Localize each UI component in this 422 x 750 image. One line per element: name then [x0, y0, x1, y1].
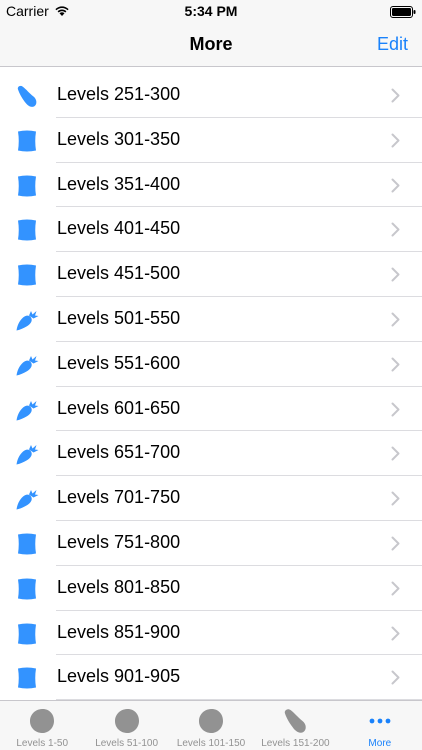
tab-label: More	[368, 738, 392, 749]
carrot-icon	[14, 441, 40, 467]
list-item-label: Levels 701-750	[57, 487, 181, 508]
level-list: Levels 251-300 Levels 301-350 Levels 351-4…	[0, 73, 422, 700]
square-icon	[14, 128, 40, 154]
chevron-right-icon	[391, 267, 400, 282]
list-item-label: Levels 501-550	[57, 307, 181, 328]
tab-bar: Levels 1-50 Levels 51-100 Levels 101-150 Le…	[0, 700, 422, 750]
list-item[interactable]: Levels 751-800	[0, 521, 422, 566]
carrot-icon	[14, 307, 40, 333]
square-icon	[14, 531, 40, 557]
tab-label: Levels 101-150	[176, 738, 246, 749]
chevron-right-icon	[391, 357, 400, 372]
tab-levels-2[interactable]: Levels 51-100	[84, 701, 168, 750]
chevron-right-icon	[391, 626, 400, 641]
carrot-icon	[14, 486, 40, 512]
tab-levels-4[interactable]: Levels 151-200	[253, 701, 337, 750]
battery-icon	[390, 6, 416, 18]
carrot-icon	[14, 397, 40, 423]
list-item[interactable]: Levels 601-650	[0, 387, 422, 432]
list-item[interactable]: Levels 251-300	[0, 73, 422, 118]
tab-more[interactable]: More	[338, 701, 422, 750]
tab-label: Levels 1-50	[16, 738, 69, 749]
tab-label: Levels 51-100	[95, 738, 159, 749]
tab-label: Levels 151-200	[261, 738, 330, 749]
list-item[interactable]: Levels 401-450	[0, 207, 422, 252]
list-item-label: Levels 401-450	[57, 218, 181, 239]
list-item[interactable]: Levels 851-900	[0, 611, 422, 656]
square-icon	[14, 621, 40, 647]
status-bar: Carrier 5:34 PM	[0, 0, 422, 24]
tab-levels-3[interactable]: Levels 101-150	[169, 701, 253, 750]
square-icon	[14, 665, 40, 691]
list-item[interactable]: Levels 501-550	[0, 297, 422, 342]
list-item-label: Levels 901-905	[57, 666, 181, 687]
square-icon	[14, 576, 40, 602]
square-icon	[14, 173, 40, 199]
square-icon	[14, 262, 40, 288]
list-item[interactable]: Levels 651-700	[0, 431, 422, 476]
more-dots-icon	[365, 706, 395, 736]
circle-icon	[112, 706, 142, 736]
list-item[interactable]: Levels 451-500	[0, 252, 422, 297]
list-item[interactable]: Levels 901-905	[0, 655, 422, 700]
list-item-label: Levels 251-300	[57, 84, 181, 104]
list-item[interactable]: Levels 801-850	[0, 566, 422, 611]
chevron-right-icon	[391, 491, 400, 506]
list-item-label: Levels 351-400	[57, 173, 181, 194]
chevron-right-icon	[391, 670, 400, 685]
bean-icon	[14, 83, 40, 109]
chevron-right-icon	[391, 312, 400, 327]
list-item-label: Levels 451-500	[57, 263, 181, 284]
page-title: More	[189, 34, 233, 54]
list-item-label: Levels 651-700	[57, 442, 181, 463]
list-item-label: Levels 851-900	[57, 621, 181, 642]
chevron-right-icon	[391, 222, 400, 237]
circle-icon	[196, 706, 226, 736]
navigation-bar: More Edit	[0, 24, 422, 67]
list-item[interactable]: Levels 701-750	[0, 476, 422, 521]
chevron-right-icon	[391, 88, 400, 103]
circle-icon	[27, 706, 57, 736]
chevron-right-icon	[391, 133, 400, 148]
tab-levels-1[interactable]: Levels 1-50	[0, 701, 84, 750]
list-item-label: Levels 751-800	[57, 531, 181, 552]
chevron-right-icon	[391, 581, 400, 596]
chevron-right-icon	[391, 178, 400, 193]
list-item[interactable]: Levels 551-600	[0, 342, 422, 387]
list-item-label: Levels 301-350	[57, 128, 181, 149]
chevron-right-icon	[391, 536, 400, 551]
square-icon	[14, 217, 40, 243]
list-item[interactable]: Levels 301-350	[0, 118, 422, 163]
list-item[interactable]: Levels 351-400	[0, 163, 422, 208]
list-item-label: Levels 551-600	[57, 352, 181, 373]
bean-icon	[280, 706, 310, 736]
carrot-icon	[14, 352, 40, 378]
screen: Carrier 5:34 PM More Edit Levels 251-300…	[0, 0, 422, 750]
chevron-right-icon	[391, 446, 400, 461]
edit-button[interactable]: Edit	[377, 34, 408, 55]
status-time: 5:34 PM	[184, 3, 238, 19]
list-item-label: Levels 801-850	[57, 576, 181, 597]
chevron-right-icon	[391, 402, 400, 417]
list-item-label: Levels 601-650	[57, 397, 181, 418]
